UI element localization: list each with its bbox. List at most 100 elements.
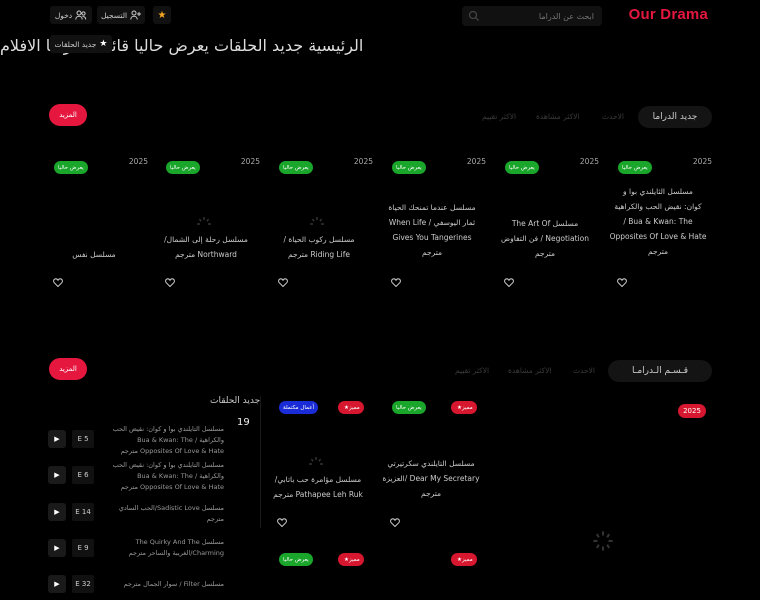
card-title[interactable]: مسلسل The Art Of Negotiation / فن التفاوض…	[489, 216, 601, 261]
more-button[interactable]: المزيد	[49, 104, 87, 126]
episode-row[interactable]: ▶ E 32 مسلسل Filter / سوار الجمال مترجم	[48, 569, 228, 599]
episode-title[interactable]: مسلسل The Quirky And The Charming/الغريب…	[108, 537, 224, 559]
search-icon[interactable]	[468, 10, 480, 22]
status-badge: يعرض حاليا	[279, 553, 313, 566]
episode-number: E 9	[72, 539, 94, 557]
section-title-drama-section: قـسـم الـدرامـا	[608, 360, 712, 382]
episode-row[interactable]: ▶ E 14 مسلسل Sadistic Love/الحب السادي م…	[48, 497, 228, 527]
year-badge: 2025	[678, 404, 706, 418]
card-title[interactable]: مسلسل مؤامرة حب باتابي/Pathapee Leh Ruk …	[258, 472, 378, 502]
status-badge: يعرض حاليا	[54, 161, 88, 174]
card-year: 2025	[128, 157, 148, 166]
nav-new-episodes[interactable]: جديد الحلقات	[214, 36, 303, 55]
drama-card[interactable]: 2025 يعرض حاليا مسلسل الثايلندي بوا و كوا…	[602, 150, 712, 290]
card-title[interactable]: مسلسل ركوب الحياة / Riding Life مترجم	[263, 232, 375, 262]
episode-row[interactable]: ▶ E 9 مسلسل The Quirky And The Charming/…	[48, 533, 228, 563]
new-episodes-button[interactable]: ★ جديد الحلقات	[50, 35, 112, 53]
card-year: 2025	[692, 157, 712, 166]
more-button[interactable]: المزيد	[49, 358, 87, 380]
featured-badge: ★ مميز	[338, 401, 364, 414]
loading-spinner-icon	[197, 217, 211, 225]
loading-spinner-icon	[593, 531, 613, 551]
featured-badge: ★ مميز	[338, 553, 364, 566]
new-episodes-title: جديد الحلقات	[210, 396, 261, 406]
star-icon: ★	[157, 9, 167, 21]
drama-card[interactable]: 2025 يعرض حاليا مسلسل ركوب الحياة / Ridin…	[263, 150, 373, 290]
episode-number: E 32	[72, 575, 94, 593]
heart-icon[interactable]	[53, 278, 63, 287]
episode-title[interactable]: مسلسل Sadistic Love/الحب السادي مترجم	[108, 503, 224, 525]
drama-card[interactable]: 2025 يعرض حاليا مسلسل عندما تمنحك الحياة…	[376, 150, 486, 290]
play-icon[interactable]: ▶	[48, 430, 66, 448]
login-button[interactable]: دخول	[50, 6, 92, 24]
register-button[interactable]: التسجيل	[97, 6, 145, 24]
card-year: 2025	[466, 157, 486, 166]
sidebar-divider	[260, 396, 261, 528]
loading-spinner-icon	[310, 217, 324, 225]
episode-number: E 6	[72, 466, 94, 484]
card-year: 2025	[240, 157, 260, 166]
favorites-button[interactable]: ★	[153, 6, 171, 24]
status-badge: يعرض حاليا	[618, 161, 652, 174]
add-user-icon	[130, 10, 142, 20]
completed-badge: أعمال مكتملة	[279, 401, 319, 414]
main-nav: الرئيسية جديد الحلقات يعرض حاليا قائمة ا…	[0, 36, 760, 55]
play-icon[interactable]: ▶	[48, 503, 66, 521]
episode-number: E 14	[72, 503, 94, 521]
nav-home[interactable]: الرئيسية	[308, 36, 363, 55]
featured-badge: ★ مميز	[451, 401, 477, 414]
heart-icon[interactable]	[504, 278, 514, 287]
status-badge: يعرض حاليا	[392, 161, 426, 174]
nav-movies[interactable]: الافلام	[0, 36, 41, 55]
new-episodes-count: 19	[237, 417, 250, 428]
status-badge: يعرض حاليا	[166, 161, 200, 174]
tab-latest[interactable]: الاحدث	[573, 366, 595, 375]
heart-icon[interactable]	[278, 278, 288, 287]
drama-card[interactable]: ★ مميز أعمال مكتملة مسلسل مؤامرة حب باتاب…	[262, 398, 372, 538]
heart-icon[interactable]	[165, 278, 175, 287]
play-icon[interactable]: ▶	[48, 466, 66, 484]
tab-top-rated[interactable]: الاكثر تقييم	[482, 112, 516, 121]
register-label: التسجيل	[100, 10, 128, 20]
tab-top-rated[interactable]: الاكثر تقييم	[455, 366, 489, 375]
new-episodes-label: جديد الحلقات	[54, 39, 97, 49]
episode-row[interactable]: ▶ E 5 مسلسل التايلندي بوا و كوان: نقيض ا…	[48, 424, 228, 457]
card-title[interactable]: مسلسل عندما تمنحك الحياة ثمار اليوسفي / W…	[376, 200, 488, 260]
sparkle-icon: ★	[99, 39, 108, 49]
heart-icon[interactable]	[390, 518, 400, 527]
status-badge: يعرض حاليا	[392, 401, 426, 414]
loading-spinner-icon	[309, 457, 323, 465]
drama-card[interactable]: 2025 يعرض حاليا مسلسل نفس	[38, 150, 148, 290]
search-input[interactable]	[494, 8, 594, 24]
drama-card[interactable]: 2025 يعرض حاليا مسلسل The Art Of Negotiat…	[489, 150, 599, 290]
episode-title[interactable]: مسلسل التايلندي بوا و كوان: نقيض الحب وا…	[108, 460, 224, 493]
episode-title[interactable]: مسلسل Filter / سوار الجمال مترجم	[108, 579, 224, 590]
tab-most-viewed[interactable]: الاكثر مشاهدة	[536, 112, 580, 121]
card-title[interactable]: مسلسل رحلة إلى الشمال/Northward مترجم	[150, 232, 262, 262]
status-badge: يعرض حاليا	[505, 161, 539, 174]
heart-icon[interactable]	[617, 278, 627, 287]
status-badge: يعرض حاليا	[279, 161, 313, 174]
featured-badge: ★ مميز	[451, 553, 477, 566]
tab-most-viewed[interactable]: الاكثر مشاهدة	[508, 366, 552, 375]
heart-icon[interactable]	[277, 518, 287, 527]
card-title[interactable]: مسلسل التايلندي سكرتيرتي Dear My Secretar…	[371, 456, 491, 501]
episode-row[interactable]: ▶ E 6 مسلسل التايلندي بوا و كوان: نقيض ا…	[48, 460, 228, 493]
play-icon[interactable]: ▶	[48, 539, 66, 557]
card-title[interactable]: مسلسل الثايلندي بوا و كوان: نقيض الحب وال…	[602, 184, 714, 259]
drama-card[interactable]: ★ مميز يعرض حاليا مسلسل التايلندي سكرتيرت…	[375, 398, 485, 538]
search-box[interactable]	[462, 6, 602, 26]
users-icon	[75, 10, 87, 20]
card-year: 2025	[353, 157, 373, 166]
card-title[interactable]: مسلسل نفس	[38, 247, 150, 262]
heart-icon[interactable]	[391, 278, 401, 287]
tab-latest[interactable]: الاحدث	[602, 112, 624, 121]
card-year: 2025	[579, 157, 599, 166]
play-icon[interactable]: ▶	[48, 575, 66, 593]
login-label: دخول	[54, 10, 73, 20]
nav-airing[interactable]: يعرض حاليا	[134, 36, 209, 55]
episode-title[interactable]: مسلسل التايلندي بوا و كوان: نقيض الحب وا…	[108, 424, 224, 457]
site-logo[interactable]: Our Drama	[629, 6, 708, 23]
drama-card[interactable]: 2025 يعرض حاليا مسلسل رحلة إلى الشمال/No…	[150, 150, 260, 290]
section-title-new-drama: جديد الدراما	[638, 106, 712, 128]
